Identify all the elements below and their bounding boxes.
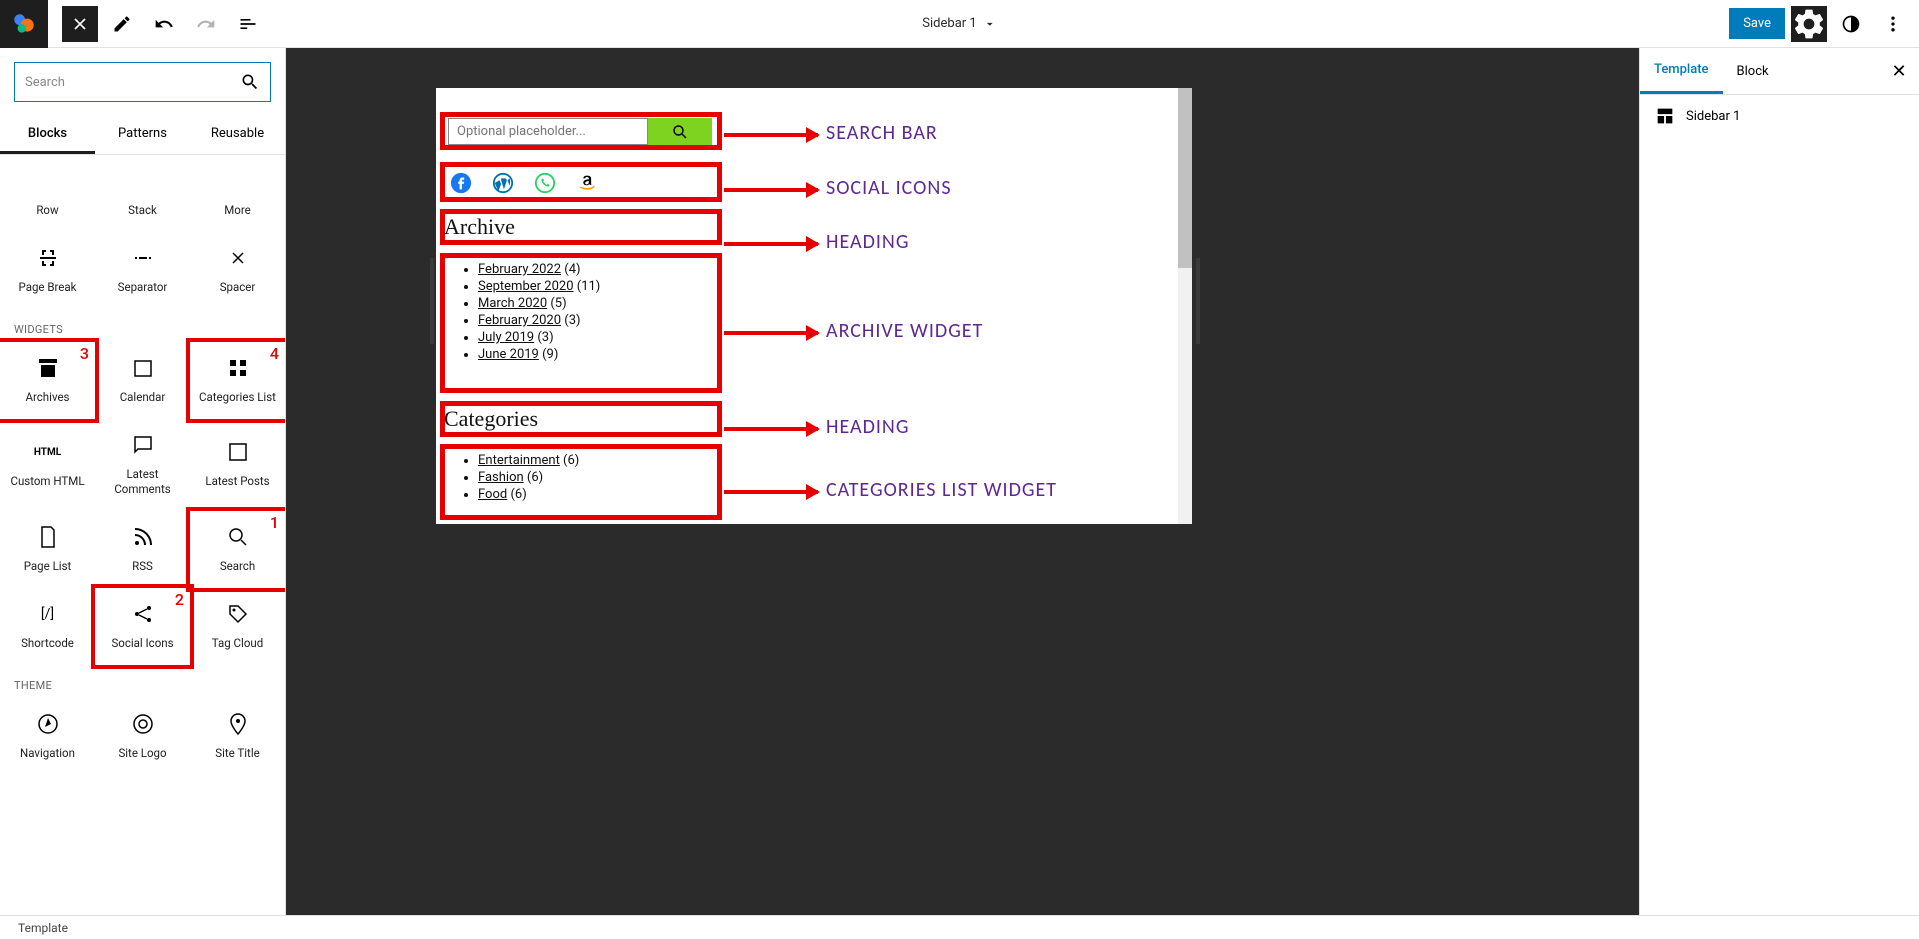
anno-social-icons: SOCIAL ICONS xyxy=(826,176,952,200)
facebook-icon[interactable] xyxy=(450,172,472,194)
preview-categories-list[interactable]: Entertainment (6) Fashion (6) Food (6) xyxy=(448,451,579,504)
archive-item[interactable]: September 2020 (11) xyxy=(478,279,600,294)
block-latest-posts[interactable]: Latest Posts xyxy=(190,419,285,511)
wp-logo[interactable] xyxy=(0,0,48,48)
save-button[interactable]: Save xyxy=(1729,8,1785,39)
block-latest-comments[interactable]: Latest Comments xyxy=(95,419,190,511)
block-site-title[interactable]: Site Title xyxy=(190,698,285,775)
template-row[interactable]: Sidebar 1 xyxy=(1654,105,1905,127)
block-categories-list[interactable]: Categories List 4 xyxy=(190,342,285,419)
preview-categories-heading[interactable]: Categories xyxy=(444,406,538,432)
resize-handle-left[interactable] xyxy=(430,258,434,344)
category-item[interactable]: Food (6) xyxy=(478,487,579,502)
block-custom-html[interactable]: HTMLCustom HTML xyxy=(0,419,95,511)
anno-heading-2: HEADING xyxy=(826,415,909,439)
block-page-break[interactable]: Page Break xyxy=(0,232,95,309)
template-name: Sidebar 1 xyxy=(1686,109,1740,124)
preview-archive-heading[interactable]: Archive xyxy=(444,214,515,240)
anno-categories-widget: CATEGORIES LIST WIDGET xyxy=(826,478,1057,502)
edit-icon[interactable] xyxy=(104,6,140,42)
settings-close-button[interactable]: ✕ xyxy=(1879,61,1919,82)
anno-heading-1: HEADING xyxy=(826,230,909,254)
tab-patterns[interactable]: Patterns xyxy=(95,116,190,154)
preview-social-icons[interactable] xyxy=(450,172,598,194)
archive-item[interactable]: February 2020 (3) xyxy=(478,313,600,328)
section-theme-heading: THEME xyxy=(0,665,285,698)
archive-item[interactable]: July 2019 (3) xyxy=(478,330,600,345)
tab-blocks[interactable]: Blocks xyxy=(0,116,95,154)
styles-button[interactable] xyxy=(1833,6,1869,42)
block-tag-cloud[interactable]: Tag Cloud xyxy=(190,588,285,665)
block-navigation[interactable]: Navigation xyxy=(0,698,95,775)
wordpress-icon[interactable] xyxy=(492,172,514,194)
block-spacer[interactable]: Spacer xyxy=(190,232,285,309)
breadcrumb[interactable]: Template xyxy=(18,921,68,935)
settings-button[interactable] xyxy=(1791,6,1827,42)
archive-item[interactable]: March 2020 (5) xyxy=(478,296,600,311)
block-separator[interactable]: Separator xyxy=(95,232,190,309)
block-search[interactable] xyxy=(14,62,271,102)
block-calendar[interactable]: Calendar xyxy=(95,342,190,419)
block-social-icons[interactable]: Social Icons 2 xyxy=(95,588,190,665)
category-item[interactable]: Fashion (6) xyxy=(478,470,579,485)
section-widgets-heading: WIDGETS xyxy=(0,309,285,342)
chevron-down-icon xyxy=(983,17,997,31)
document-title-text: Sidebar 1 xyxy=(922,16,976,31)
more-button[interactable] xyxy=(1875,6,1911,42)
block-archives[interactable]: Archives 3 xyxy=(0,342,95,419)
preview-archive-list[interactable]: February 2022 (4) September 2020 (11) Marc… xyxy=(448,260,600,364)
category-item[interactable]: Entertainment (6) xyxy=(478,453,579,468)
preview-search-input[interactable] xyxy=(448,118,648,145)
search-icon xyxy=(240,72,260,92)
canvas-scrollbar[interactable] xyxy=(1178,88,1192,524)
redo-button xyxy=(188,6,224,42)
whatsapp-icon[interactable] xyxy=(534,172,556,194)
block-page-list[interactable]: Page List xyxy=(0,511,95,588)
preview-search-button[interactable] xyxy=(648,118,712,145)
anno-search-bar: SEARCH BAR xyxy=(826,121,938,145)
tab-reusable[interactable]: Reusable xyxy=(190,116,285,154)
template-part-icon xyxy=(1654,105,1676,127)
listview-button[interactable] xyxy=(230,6,266,42)
block-row[interactable]: Row xyxy=(0,155,95,232)
undo-button[interactable] xyxy=(146,6,182,42)
settings-tab-block[interactable]: Block xyxy=(1723,50,1783,93)
block-more[interactable]: More xyxy=(190,155,285,232)
block-stack[interactable]: Stack xyxy=(95,155,190,232)
document-title[interactable]: Sidebar 1 xyxy=(922,16,996,31)
resize-handle-right[interactable] xyxy=(1196,258,1200,344)
archive-item[interactable]: June 2019 (9) xyxy=(478,347,600,362)
block-search-input[interactable] xyxy=(25,75,240,90)
amazon-icon[interactable] xyxy=(576,172,598,194)
block-shortcode[interactable]: [/]Shortcode xyxy=(0,588,95,665)
block-rss[interactable]: RSS xyxy=(95,511,190,588)
archive-item[interactable]: February 2022 (4) xyxy=(478,262,600,277)
settings-tab-template[interactable]: Template xyxy=(1640,48,1723,94)
editor-canvas[interactable]: Archive February 2022 (4) September 2020 … xyxy=(436,88,1192,524)
block-search[interactable]: Search 1 xyxy=(190,511,285,588)
toggle-inserter-button[interactable] xyxy=(62,6,98,42)
anno-archive-widget: ARCHIVE WIDGET xyxy=(826,319,983,343)
block-site-logo[interactable]: Site Logo xyxy=(95,698,190,775)
